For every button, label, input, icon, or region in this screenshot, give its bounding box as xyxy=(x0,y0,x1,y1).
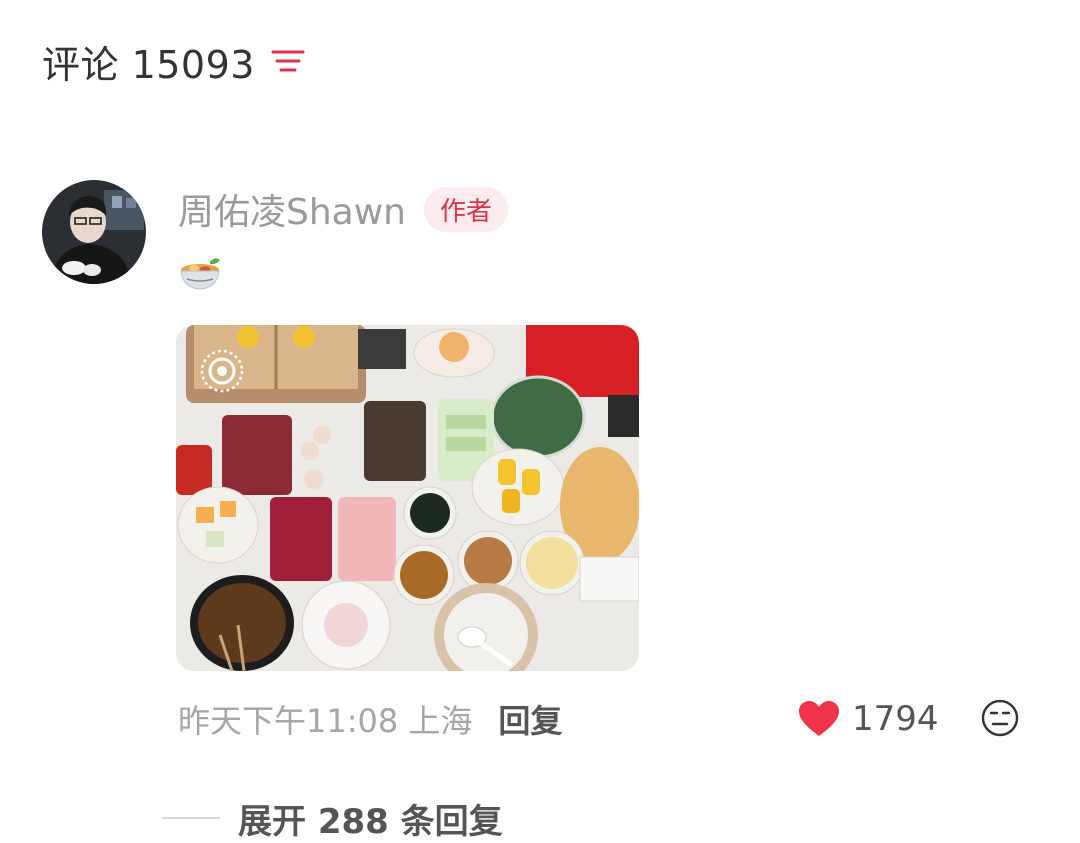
comment-photo[interactable] xyxy=(176,325,639,671)
like-count: 1794 xyxy=(852,699,939,739)
expand-replies-label: 展开 288 条回复 xyxy=(238,801,503,842)
avatar[interactable] xyxy=(42,180,146,284)
reply-button[interactable]: 回复 xyxy=(498,696,562,742)
comments-header: 评论 15093 xyxy=(42,36,305,87)
comment-author-row: 周佑凌Shawn 作者 xyxy=(178,183,509,235)
comments-title: 评论 15093 xyxy=(42,42,255,87)
comment-time-location: 昨天下午11:08 上海 xyxy=(178,702,473,740)
comment-meta-row: 昨天下午11:08 上海 回复 xyxy=(178,696,562,742)
heart-icon xyxy=(799,701,839,736)
expand-divider xyxy=(162,817,220,819)
dislike-face-icon[interactable] xyxy=(980,698,1020,738)
author-badge: 作者 xyxy=(424,186,509,232)
expand-replies[interactable]: 展开 288 条回复 xyxy=(162,795,503,842)
noodle-bowl-emoji-icon xyxy=(180,258,220,290)
filter-icon[interactable] xyxy=(271,46,305,76)
like-button[interactable]: 1794 xyxy=(798,696,939,742)
comment-author-name[interactable]: 周佑凌Shawn xyxy=(178,183,406,235)
